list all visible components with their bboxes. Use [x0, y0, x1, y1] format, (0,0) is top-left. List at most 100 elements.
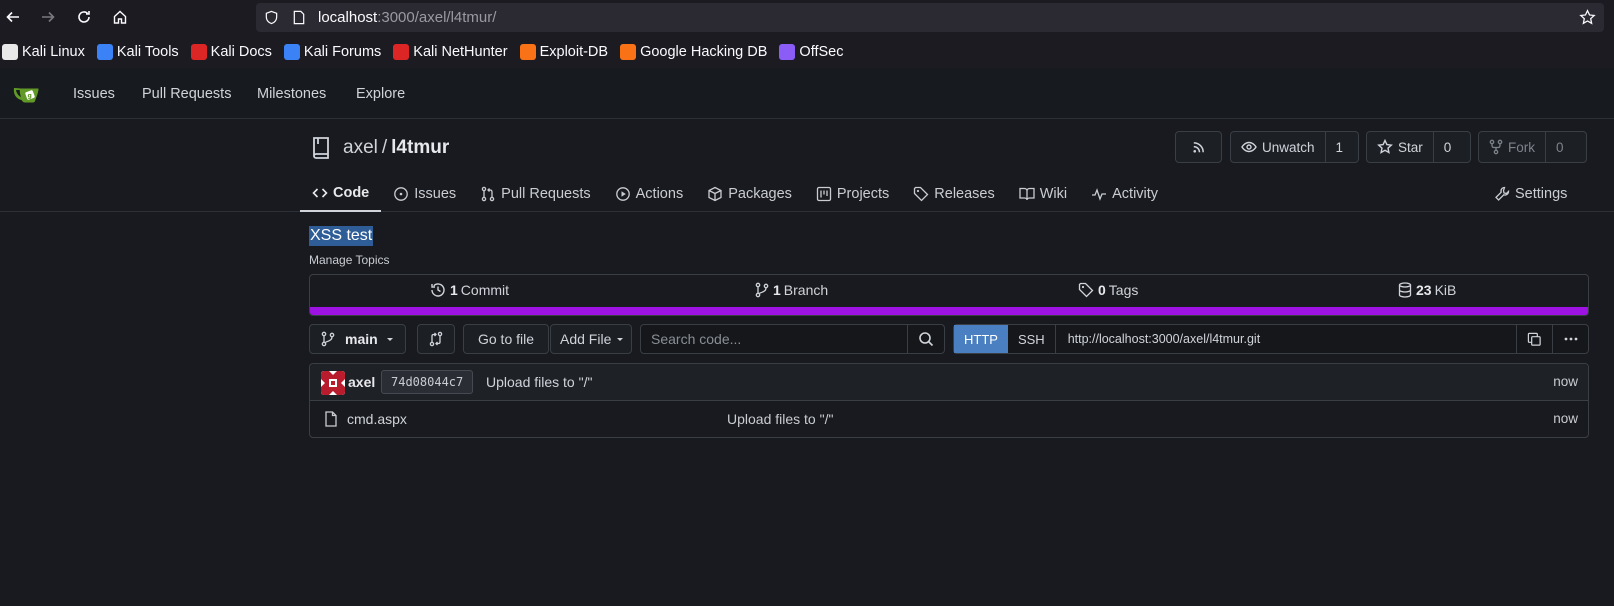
play-circle-icon — [615, 187, 630, 201]
commit-message[interactable]: Upload files to "/" — [486, 374, 592, 390]
commit-sha-button[interactable]: 74d08044c7 — [381, 370, 474, 394]
search-button[interactable] — [907, 325, 944, 353]
url-text[interactable]: localhost:3000/axel/l4tmur/ — [318, 9, 496, 26]
file-list: axel 74d08044c7 Upload files to "/" now … — [309, 363, 1589, 438]
commits-stat[interactable]: 1 Commit — [430, 282, 509, 298]
kebab-horizontal-icon — [1564, 337, 1577, 341]
star-group: Star 0 — [1366, 131, 1471, 163]
code-search — [640, 324, 945, 354]
tab-settings-label: Settings — [1515, 186, 1568, 202]
size-stat: 23 KiB — [1398, 282, 1456, 298]
bookmark-item[interactable]: OffSec — [779, 43, 843, 60]
go-to-file-button[interactable]: Go to file — [463, 324, 549, 354]
reload-icon — [78, 11, 90, 23]
tab-settings[interactable]: Settings — [1494, 176, 1567, 212]
tab-issues-label: Issues — [414, 186, 457, 202]
branch-dropdown[interactable]: main — [309, 324, 406, 354]
pull-request-icon — [481, 186, 495, 202]
latest-commit-row: axel 74d08044c7 Upload files to "/" now — [310, 364, 1588, 401]
repo-owner-link[interactable]: axel — [343, 137, 378, 159]
bookmark-item[interactable]: Google Hacking DB — [620, 43, 768, 60]
gitea-logo-icon[interactable]: g — [12, 82, 42, 104]
bookmark-item[interactable]: Kali Docs — [190, 43, 272, 60]
issue-icon — [394, 187, 409, 201]
manage-topics-link[interactable]: Manage Topics — [309, 253, 390, 267]
repo-header: axel / l4tmur Unwatch 1 Star 0 Fork 0 Co… — [0, 120, 1614, 212]
tab-projects[interactable]: Projects — [804, 176, 901, 212]
compare-button[interactable] — [417, 324, 455, 354]
star-button[interactable]: Star — [1367, 132, 1434, 162]
fork-count[interactable]: 0 — [1546, 140, 1574, 155]
more-options-button[interactable] — [1552, 325, 1588, 353]
nav-milestones[interactable]: Milestones — [257, 86, 326, 102]
bookmark-item[interactable]: Kali Forums — [283, 43, 381, 60]
tab-releases[interactable]: Releases — [901, 176, 1006, 212]
bookmark-label: Google Hacking DB — [640, 43, 768, 60]
fork-button[interactable]: Fork — [1479, 132, 1546, 162]
kali-forums-icon — [283, 43, 300, 60]
rss-button[interactable] — [1175, 131, 1222, 163]
http-toggle[interactable]: HTTP — [954, 325, 1008, 353]
add-file-dropdown[interactable]: Add File — [550, 324, 632, 354]
page-info-icon[interactable] — [292, 10, 306, 25]
tags-stat[interactable]: 0 Tags — [1078, 282, 1138, 298]
forward-button[interactable] — [37, 6, 59, 28]
bookmark-item[interactable]: Kali Tools — [96, 43, 179, 60]
forward-arrow-icon — [42, 11, 55, 23]
star-count[interactable]: 0 — [1434, 140, 1462, 155]
bookmark-item[interactable]: Kali Linux — [2, 43, 85, 60]
commit-author[interactable]: axel — [348, 374, 375, 390]
kali-dragon-icon — [2, 43, 18, 60]
watch-count[interactable]: 1 — [1326, 140, 1354, 155]
kali-tools-icon — [96, 43, 113, 60]
caret-down-icon — [617, 338, 624, 341]
tag-icon — [914, 186, 929, 202]
repo-icon — [313, 137, 329, 159]
ghdb-icon — [620, 43, 637, 60]
avatar[interactable] — [321, 371, 345, 395]
ssh-toggle[interactable]: SSH — [1008, 325, 1056, 353]
watch-group: Unwatch 1 — [1230, 131, 1359, 163]
tab-activity[interactable]: Activity — [1079, 176, 1170, 212]
tab-actions[interactable]: Actions — [603, 176, 696, 212]
tab-packages-label: Packages — [728, 186, 792, 202]
book-icon — [1019, 187, 1035, 201]
home-button[interactable] — [109, 6, 131, 28]
tab-wiki[interactable]: Wiki — [1007, 176, 1079, 212]
language-bar[interactable] — [310, 307, 1588, 315]
branch-icon — [321, 331, 335, 347]
tab-pull-requests[interactable]: Pull Requests — [468, 176, 602, 212]
file-name-link[interactable]: cmd.aspx — [347, 411, 407, 427]
file-commit-message[interactable]: Upload files to "/" — [727, 411, 833, 427]
commits-label: Commit — [460, 282, 510, 298]
file-commit-time: now — [1553, 411, 1578, 426]
tab-code[interactable]: Code — [300, 176, 382, 212]
search-code-input[interactable] — [641, 325, 907, 353]
back-button[interactable] — [2, 6, 24, 28]
unwatch-button[interactable]: Unwatch — [1231, 132, 1326, 162]
clone-url[interactable]: http://localhost:3000/axel/l4tmur.git — [1056, 332, 1516, 346]
copy-url-button[interactable] — [1516, 325, 1552, 353]
bookmark-label: Exploit-DB — [539, 43, 609, 60]
url-bar[interactable]: localhost:3000/axel/l4tmur/ — [256, 3, 1604, 32]
browser-toolbar: localhost:3000/axel/l4tmur/ — [0, 0, 1614, 35]
history-icon — [431, 283, 445, 297]
bookmark-star-icon[interactable] — [1579, 9, 1596, 26]
branches-label: Branch — [783, 282, 829, 298]
tags-count: 0 — [1098, 282, 1106, 298]
branch-icon — [755, 282, 769, 298]
bookmark-item[interactable]: Exploit-DB — [519, 43, 609, 60]
table-row: cmd.aspx Upload files to "/" now — [310, 401, 1588, 438]
reload-button[interactable] — [73, 6, 95, 28]
bookmark-item[interactable]: Kali NetHunter — [393, 43, 508, 60]
nav-issues[interactable]: Issues — [73, 86, 115, 102]
repo-name-link[interactable]: l4tmur — [391, 137, 449, 159]
tab-packages[interactable]: Packages — [695, 176, 804, 212]
tab-issues[interactable]: Issues — [381, 176, 468, 212]
identicon-icon — [321, 371, 345, 395]
shield-icon[interactable] — [264, 10, 279, 25]
branches-stat[interactable]: 1 Branch — [755, 282, 828, 298]
nav-explore[interactable]: Explore — [356, 86, 405, 102]
nav-pull-requests[interactable]: Pull Requests — [142, 86, 231, 102]
home-icon — [113, 10, 127, 24]
